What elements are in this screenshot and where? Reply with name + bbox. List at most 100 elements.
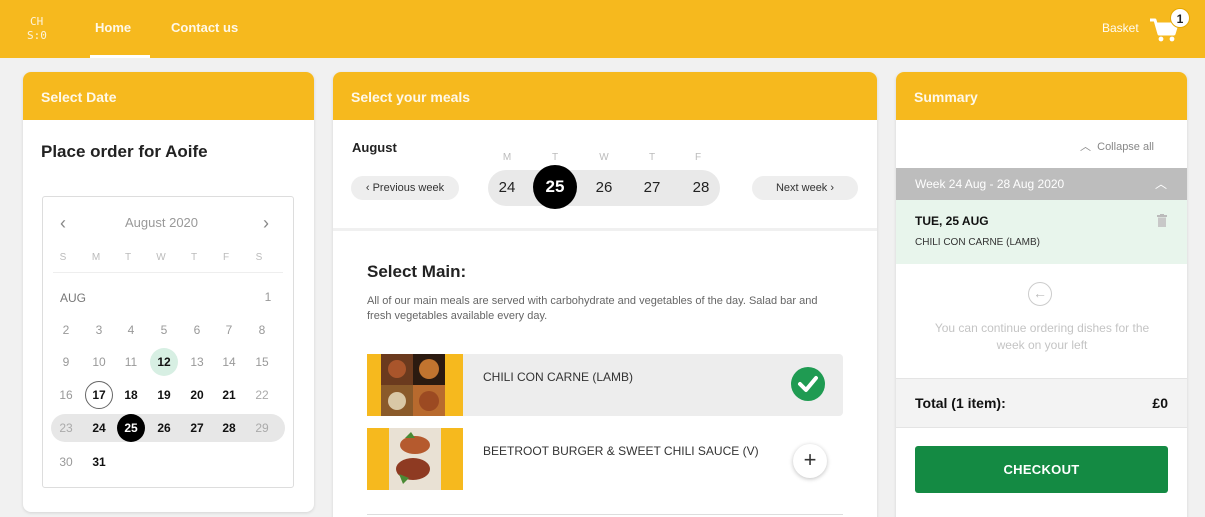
calendar-day[interactable]: 26 bbox=[150, 414, 178, 442]
meal-row-chili[interactable]: CHILI CON CARNE (LAMB) bbox=[367, 354, 843, 416]
calendar-day: 3 bbox=[95, 323, 103, 337]
total-label: Total (1 item): bbox=[915, 395, 1006, 411]
basket-link[interactable]: Basket bbox=[1102, 21, 1139, 35]
calendar-day: 9 bbox=[62, 355, 70, 369]
calendar-dow: S bbox=[255, 252, 263, 263]
select-meals-header: Select your meals bbox=[333, 72, 877, 120]
week-day[interactable]: 27 bbox=[633, 169, 671, 207]
meal-image bbox=[367, 428, 463, 490]
calendar-day: 15 bbox=[255, 355, 269, 369]
svg-text:S:0: S:0 bbox=[27, 29, 47, 42]
calendar-day-today[interactable]: 17 bbox=[85, 381, 113, 409]
week-dow: M bbox=[502, 152, 512, 163]
week-dow: T bbox=[551, 152, 559, 163]
chevron-up-icon: ︿ bbox=[1080, 141, 1091, 153]
place-order-heading: Place order for Aoife bbox=[41, 142, 208, 161]
calendar-day[interactable]: 28 bbox=[215, 414, 243, 442]
week-dow: T bbox=[648, 152, 656, 163]
summary-total-bar: Total (1 item): £0 bbox=[896, 378, 1187, 428]
calendar-day[interactable]: 21 bbox=[215, 381, 243, 409]
calendar-day: 2 bbox=[62, 323, 70, 337]
total-value: £0 bbox=[1152, 395, 1168, 411]
week-day[interactable]: 26 bbox=[585, 169, 623, 207]
main-description: All of our main meals are served with ca… bbox=[367, 295, 818, 322]
calendar-dow: W bbox=[156, 252, 166, 263]
select-meals-title: Select your meals bbox=[351, 89, 471, 105]
calendar-day[interactable]: 20 bbox=[183, 381, 211, 409]
calendar-day-highlighted[interactable]: 12 bbox=[150, 348, 178, 376]
meal-row-beetroot-burger[interactable]: BEETROOT BURGER & SWEET CHILI SAUCE (V) … bbox=[367, 428, 843, 490]
select-meals-panel: Select your meals August ‹ Previous week… bbox=[333, 72, 877, 517]
summary-title: Summary bbox=[914, 89, 978, 105]
svg-text:CH: CH bbox=[30, 15, 43, 28]
add-meal-button[interactable]: + bbox=[793, 444, 827, 478]
week-month-label: August bbox=[352, 140, 397, 155]
calendar-day[interactable]: 19 bbox=[150, 381, 178, 409]
calendar-divider bbox=[53, 272, 283, 273]
week-day-selected[interactable]: 25 bbox=[533, 165, 577, 209]
calendar-day: 29 bbox=[255, 421, 269, 435]
week-day[interactable]: 24 bbox=[488, 169, 526, 207]
summary-week-label: Week 24 Aug - 28 Aug 2020 bbox=[915, 177, 1065, 191]
calendar-day: 1 bbox=[264, 290, 272, 304]
meal-name: BEETROOT BURGER & SWEET CHILI SAUCE (V) bbox=[483, 444, 759, 458]
select-date-panel: Select Date Place order for Aoife ‹ Augu… bbox=[23, 72, 314, 512]
meal-image bbox=[367, 354, 463, 416]
previous-week-button[interactable]: ‹ Previous week bbox=[351, 176, 459, 200]
calendar-dow: M bbox=[91, 252, 101, 263]
meal-name: CHILI CON CARNE (LAMB) bbox=[483, 370, 634, 384]
calendar-day-selected[interactable]: 25 bbox=[117, 414, 145, 442]
calendar: ‹ August 2020 › S M T W T F S AUG 1 2 3 … bbox=[42, 196, 294, 488]
summary-item-dish: CHILI CON CARNE (LAMB) bbox=[915, 237, 1041, 248]
calendar-dow: F bbox=[222, 252, 230, 263]
calendar-day[interactable]: 27 bbox=[183, 414, 211, 442]
select-main-heading: Select Main: bbox=[367, 262, 467, 281]
calendar-day: 13 bbox=[190, 355, 204, 369]
checkout-button[interactable]: CHECKOUT bbox=[915, 446, 1168, 493]
calendar-month-short: AUG bbox=[60, 291, 87, 305]
nav-home-link[interactable]: Home bbox=[95, 20, 131, 35]
nav-contact-link[interactable]: Contact us bbox=[171, 20, 238, 35]
logo-icon: CH S:0 bbox=[27, 15, 47, 42]
meal-divider bbox=[367, 514, 843, 515]
collapse-all-button[interactable]: ︿ Collapse all bbox=[1080, 138, 1154, 154]
section-divider bbox=[333, 228, 877, 231]
calendar-next-month-button[interactable]: › bbox=[263, 213, 269, 234]
top-navigation-bar: CH S:0 Home Contact us Basket 1 bbox=[0, 0, 1205, 58]
calendar-day: 8 bbox=[258, 323, 266, 337]
nav-active-indicator bbox=[90, 55, 150, 58]
calendar-day: 22 bbox=[255, 388, 269, 402]
calendar-day: 30 bbox=[59, 455, 73, 469]
next-week-button[interactable]: Next week › bbox=[752, 176, 858, 200]
calendar-day: 14 bbox=[222, 355, 236, 369]
cart-count-badge: 1 bbox=[1170, 8, 1190, 28]
week-dow: W bbox=[599, 152, 609, 163]
calendar-dow: T bbox=[190, 252, 198, 263]
logo[interactable]: CH S:0 bbox=[24, 12, 54, 44]
collapse-all-label: Collapse all bbox=[1097, 141, 1154, 153]
calendar-day: 16 bbox=[59, 388, 73, 402]
calendar-dow: S bbox=[59, 252, 67, 263]
trash-icon[interactable] bbox=[1157, 214, 1167, 227]
summary-panel: Summary ︿ Collapse all Week 24 Aug - 28 … bbox=[896, 72, 1187, 517]
calendar-day[interactable]: 31 bbox=[85, 448, 113, 476]
calendar-day: 11 bbox=[124, 355, 138, 369]
check-icon[interactable] bbox=[791, 367, 825, 401]
calendar-day[interactable]: 18 bbox=[117, 381, 145, 409]
calendar-month-label: August 2020 bbox=[125, 215, 199, 230]
calendar-day: 7 bbox=[225, 323, 233, 337]
summary-item: TUE, 25 AUG CHILI CON CARNE (LAMB) bbox=[896, 200, 1187, 264]
chevron-up-icon: ︿ bbox=[1154, 177, 1167, 191]
select-date-header: Select Date bbox=[23, 72, 314, 120]
calendar-prev-month-button[interactable]: ‹ bbox=[60, 213, 66, 234]
summary-info-text: You can continue ordering dishes for the… bbox=[934, 321, 1150, 352]
calendar-day[interactable]: 24 bbox=[85, 414, 113, 442]
calendar-dow: T bbox=[124, 252, 132, 263]
calendar-day: 6 bbox=[193, 323, 201, 337]
calendar-day: 4 bbox=[127, 323, 135, 337]
summary-week-header[interactable]: Week 24 Aug - 28 Aug 2020 ︿ bbox=[896, 168, 1187, 200]
summary-header: Summary bbox=[896, 72, 1187, 120]
calendar-day: 23 bbox=[59, 421, 73, 435]
week-day[interactable]: 28 bbox=[682, 169, 720, 207]
calendar-day: 5 bbox=[160, 323, 168, 337]
